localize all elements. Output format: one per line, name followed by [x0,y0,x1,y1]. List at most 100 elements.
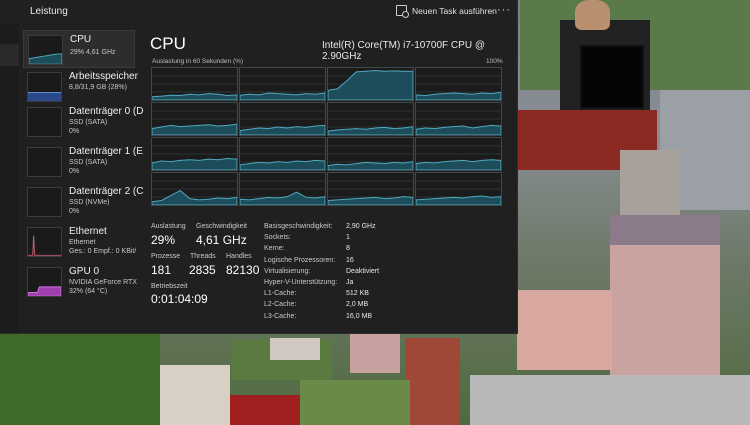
sidebar-item-disk-0[interactable]: Datenträger 0 (D SSD (SATA) 0% [23,103,143,141]
spec-label: Logische Prozessoren: [264,256,336,264]
uptime-label: Betriebszeit [151,283,188,290]
disk-thumbnail [27,147,62,177]
core-load-series [240,192,325,205]
sidebar-item-ethernet[interactable]: Ethernet Ethernet Ges.: 0 Empf.: 0 KBit/ [23,223,137,261]
new-task-button[interactable]: Neuen Task ausführen [396,5,497,18]
sidebar-item-cpu[interactable]: CPU 29% 4,61 GHz [23,30,135,68]
core-graph-12 [151,172,238,206]
core-graph-7 [415,102,502,136]
core-graph-8 [151,137,238,171]
task-manager-window: Leistung Neuen Task ausführen ··· CPU 29… [0,0,518,334]
spec-label: Hyper-V-Unterstützung: [264,279,338,286]
processes-label: Prozesse [151,253,181,260]
core-graph-1 [239,67,326,101]
core-graph-11 [415,137,502,171]
core-load-series [240,93,325,100]
nav-rail-selected[interactable] [0,44,19,66]
spec-value: 2,0 MB [346,301,369,309]
core-graph-9 [239,137,326,171]
processes-value: 181 [151,263,172,277]
sidebar-item-gpu[interactable]: GPU 0 NVIDIA GeForce RTX 32% (64 °C) [23,263,137,301]
cpu-core-graphs [151,67,503,206]
sidebar-item-name: Datenträger 1 (E [69,146,143,157]
spec-label: L1-Cache: [264,290,297,298]
spec-value: 1 [346,234,350,242]
sidebar-item-sub2: Ges.: 0 Empf.: 0 KBit/ [69,248,137,255]
core-graph-4 [151,102,238,136]
core-load-series [152,158,237,170]
uptime-value: 0:01:04:09 [151,292,208,306]
core-graph-0 [151,67,238,101]
core-load-series [152,191,237,205]
sidebar-item-memory[interactable]: Arbeitsspeicher 8,8/31,9 GB (28%) [23,68,138,106]
sidebar-item-sub: SSD (SATA) [69,119,108,126]
core-load-series [416,160,501,170]
spec-value: 2,90 GHz [346,223,376,230]
usage-value: 29% [151,233,176,247]
handles-label: Handles [226,253,252,260]
new-task-label: Neuen Task ausführen [412,5,497,16]
spec-label: L3-Cache: [264,312,297,320]
core-graph-2 [327,67,414,101]
sidebar-item-sub2: 0% [69,208,80,215]
cpu-thumbnail [28,35,63,65]
core-graph-3 [415,67,502,101]
usage-label: Auslastung [151,223,186,230]
spec-label: Basisgeschwindigkeit: [264,223,333,230]
graph-axis-max: 100% [486,58,503,65]
sidebar-item-name: Ethernet [69,226,107,237]
graph-axis-label: Auslastung in 60 Sekunden (%) [152,58,244,65]
spec-value: 8 [346,245,350,253]
sidebar-item-sub: SSD (NVMe) [69,199,110,206]
spec-value: Ja [346,279,354,286]
sidebar-item-name: CPU [70,34,92,45]
window-title: Leistung [30,6,68,17]
spec-value: 16,0 MB [346,312,373,320]
speed-label: Geschwindigkeit [196,223,247,230]
sidebar-item-sub: NVIDIA GeForce RTX [69,279,137,286]
core-load-series [152,94,237,100]
core-load-series [152,124,237,135]
spec-value: 512 KB [346,290,369,298]
sidebar-item-disk-2[interactable]: Datenträger 2 (C SSD (NVMe) 0% [23,183,143,221]
title-bar: Leistung Neuen Task ausführen ··· [0,0,517,24]
more-options-button[interactable]: ··· [497,4,511,16]
core-load-series [328,127,413,135]
sidebar-item-sub2: 0% [69,128,80,135]
sidebar-item-name: Datenträger 2 (C [69,186,144,197]
spec-value: 16 [346,256,354,264]
speed-value: 4,61 GHz [196,233,247,247]
memory-thumbnail [27,72,62,102]
spec-label: L2-Cache: [264,301,297,309]
sidebar-item-name: GPU 0 [69,266,100,277]
core-graph-15 [415,172,502,206]
sidebar-item-name: Arbeitsspeicher [69,71,138,82]
sidebar-item-disk-1[interactable]: Datenträger 1 (E SSD (SATA) 0% [23,143,143,181]
spec-label: Kerne: [264,245,285,253]
core-load-series [328,162,413,170]
threads-label: Threads [190,253,216,260]
core-load-series [328,71,413,100]
sidebar-item-sub: 29% 4,61 GHz [70,49,116,56]
nav-rail [0,24,19,333]
core-graph-6 [327,102,414,136]
threads-value: 2835 [189,263,216,277]
handles-value: 82130 [226,263,260,277]
sidebar-item-sub: SSD (SATA) [69,159,108,166]
sidebar-item-sub2: 0% [69,168,80,175]
core-graph-5 [239,102,326,136]
gpu-thumbnail [27,267,62,297]
spec-label: Sockets: [264,234,291,242]
sidebar-item-sub: 8,8/31,9 GB (28%) [69,84,127,91]
new-task-icon [396,5,409,18]
core-graph-13 [239,172,326,206]
spec-value: Deaktiviert [346,267,380,275]
sidebar-item-name: Datenträger 0 (D [69,106,144,117]
page-title: CPU [150,34,186,53]
core-load-series [416,92,501,100]
spec-label: Virtualisierung: [264,267,311,275]
core-load-series [328,197,413,205]
disk-thumbnail [27,107,62,137]
sidebar-item-sub2: 32% (64 °C) [69,288,108,295]
disk-thumbnail [27,187,62,217]
